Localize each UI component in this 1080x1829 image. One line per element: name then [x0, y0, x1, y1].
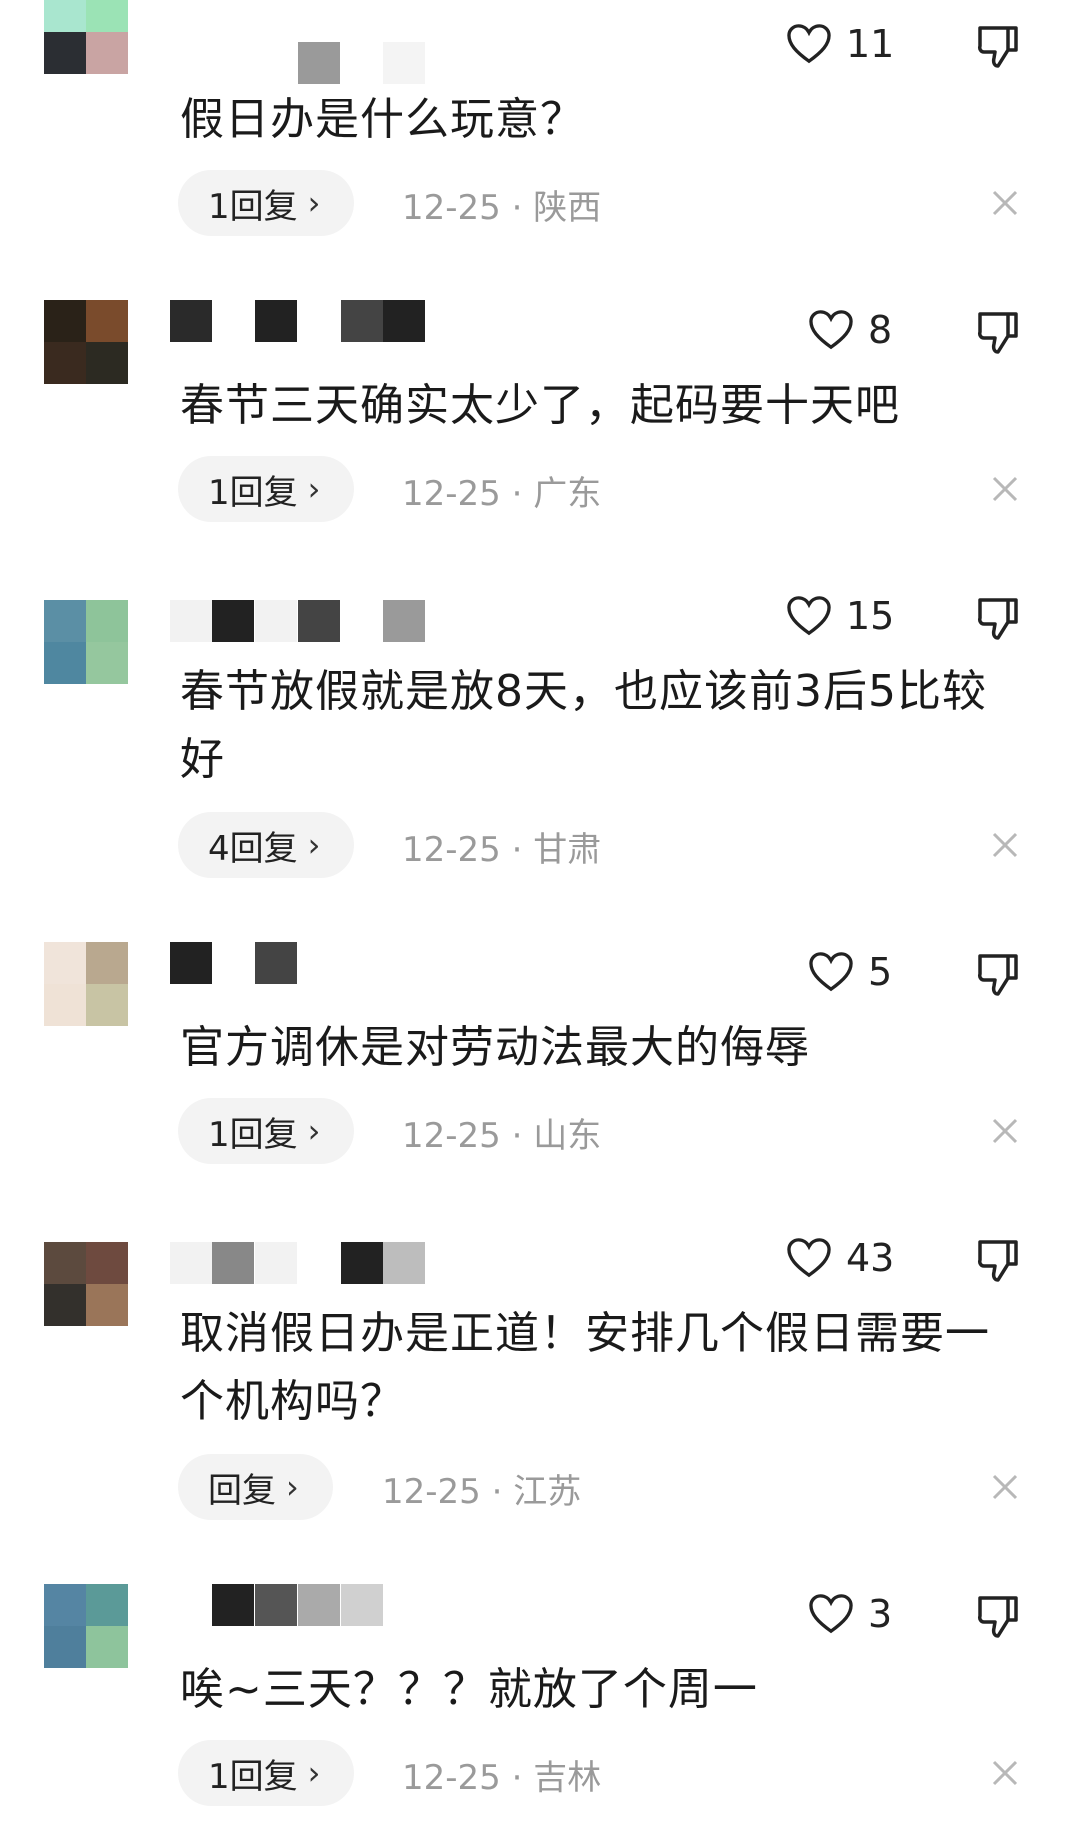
like-button[interactable]: 43: [786, 1236, 894, 1280]
comment-text: 假日办是什么玩意？: [180, 94, 585, 145]
like-button[interactable]: 3: [808, 1592, 892, 1636]
comment-text: 春节三天确实太少了，起码要十天吧: [180, 380, 900, 431]
like-count: 3: [868, 1592, 893, 1636]
comment-text: 取消假日办是正道！安排几个假日需要一个机构吗？: [180, 1308, 990, 1427]
reply-button[interactable]: 1回复 ›: [178, 456, 355, 522]
comment-text: 唉~三天？？？就放了个周一: [180, 1664, 758, 1715]
thumbs-down-icon[interactable]: [974, 1592, 1022, 1640]
comment-meta: 12-25 · 江苏: [382, 1472, 582, 1512]
heart-outline-icon: [809, 952, 853, 992]
chevron-right-icon: ›: [307, 184, 321, 222]
heart-outline-icon: [809, 1594, 853, 1634]
comment-region: 甘肃: [533, 830, 602, 870]
comment-region: 山东: [533, 1116, 602, 1156]
comment-date: 12-25: [402, 830, 501, 870]
comment-meta: 12-25 · 陕西: [402, 188, 602, 228]
avatar[interactable]: [44, 300, 128, 384]
chevron-right-icon: ›: [307, 1754, 321, 1792]
thumbs-down-icon[interactable]: [974, 22, 1022, 70]
avatar[interactable]: [44, 1242, 128, 1326]
comment-date: 12-25: [382, 1472, 481, 1512]
comment-region: 吉林: [533, 1758, 602, 1798]
like-button[interactable]: 15: [786, 594, 894, 638]
thumbs-down-icon[interactable]: [974, 308, 1022, 356]
reply-label: 1回复: [208, 472, 298, 513]
close-icon[interactable]: [990, 1116, 1020, 1146]
comment-date: 12-25: [402, 188, 501, 228]
comment-meta: 12-25 · 山东: [402, 1116, 602, 1156]
comment-text: 官方调休是对劳动法最大的侮辱: [180, 1022, 810, 1073]
comment-region: 广东: [533, 474, 602, 514]
comment-date: 12-25: [402, 1116, 501, 1156]
like-count: 43: [846, 1236, 895, 1280]
reply-label: 1回复: [208, 186, 298, 227]
reply-button[interactable]: 回复 ›: [178, 1454, 333, 1520]
close-icon[interactable]: [990, 830, 1020, 860]
chevron-right-icon: ›: [307, 826, 321, 864]
reply-label: 回复: [208, 1470, 276, 1511]
close-icon[interactable]: [990, 1472, 1020, 1502]
close-icon[interactable]: [990, 1758, 1020, 1788]
chevron-right-icon: ›: [307, 1112, 321, 1150]
heart-outline-icon: [787, 596, 831, 636]
like-button[interactable]: 8: [808, 308, 892, 352]
chevron-right-icon: ›: [286, 1468, 299, 1506]
like-count: 15: [846, 594, 895, 638]
reply-label: 1回复: [208, 1756, 298, 1797]
comment-meta: 12-25 · 吉林: [402, 1758, 602, 1798]
like-count: 5: [868, 950, 893, 994]
heart-outline-icon: [787, 24, 831, 64]
heart-outline-icon: [787, 1238, 831, 1278]
close-icon[interactable]: [990, 188, 1020, 218]
reply-label: 4回复: [208, 828, 298, 869]
chevron-right-icon: ›: [307, 470, 321, 508]
comment-date: 12-25: [402, 1758, 501, 1798]
like-count: 8: [868, 308, 893, 352]
avatar[interactable]: [44, 0, 128, 74]
reply-button[interactable]: 1回复 ›: [178, 1098, 355, 1164]
reply-button[interactable]: 1回复 ›: [178, 170, 355, 236]
comment-date: 12-25: [402, 474, 501, 514]
reply-button[interactable]: 1回复 ›: [178, 1740, 355, 1806]
comment-region: 陕西: [533, 188, 602, 228]
thumbs-down-icon[interactable]: [974, 1236, 1022, 1284]
like-button[interactable]: 11: [786, 22, 894, 66]
avatar[interactable]: [44, 942, 128, 1026]
like-button[interactable]: 5: [808, 950, 892, 994]
thumbs-down-icon[interactable]: [974, 950, 1022, 998]
comment-region: 江苏: [513, 1472, 582, 1512]
heart-outline-icon: [809, 310, 853, 350]
avatar[interactable]: [44, 1584, 128, 1668]
comment-meta: 12-25 · 广东: [402, 474, 602, 514]
close-icon[interactable]: [990, 474, 1020, 504]
reply-label: 1回复: [208, 1114, 298, 1155]
avatar[interactable]: [44, 600, 128, 684]
comment-text: 春节放假就是放8天，也应该前3后5比较好: [180, 666, 987, 785]
reply-button[interactable]: 4回复 ›: [178, 812, 355, 878]
comment-meta: 12-25 · 甘肃: [402, 830, 602, 870]
thumbs-down-icon[interactable]: [974, 594, 1022, 642]
like-count: 11: [846, 22, 895, 66]
